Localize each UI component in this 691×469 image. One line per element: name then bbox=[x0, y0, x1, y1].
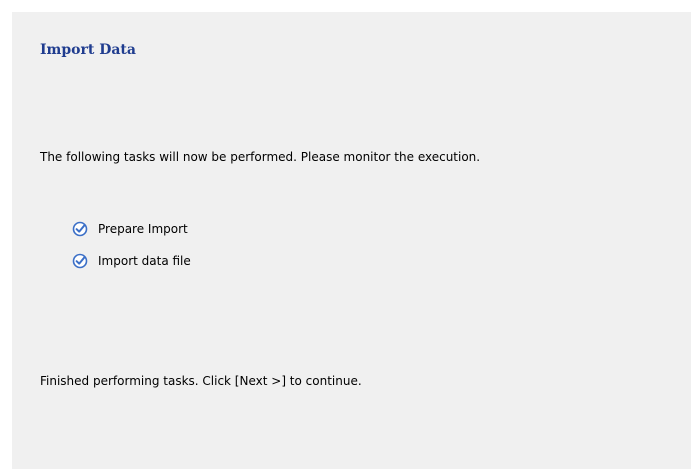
task-item-import-data-file: Import data file bbox=[72, 251, 191, 271]
task-label: Import data file bbox=[98, 254, 191, 268]
check-circle-icon bbox=[72, 253, 88, 269]
status-message: Finished performing tasks. Click [Next >… bbox=[40, 374, 362, 388]
task-item-prepare-import: Prepare Import bbox=[72, 219, 191, 239]
task-list: Prepare Import Import data file bbox=[72, 219, 191, 283]
check-circle-icon bbox=[72, 221, 88, 237]
task-label: Prepare Import bbox=[98, 222, 188, 236]
page-title: Import Data bbox=[40, 42, 136, 58]
wizard-panel: Import Data The following tasks will now… bbox=[12, 12, 691, 469]
task-description: The following tasks will now be performe… bbox=[40, 150, 481, 164]
